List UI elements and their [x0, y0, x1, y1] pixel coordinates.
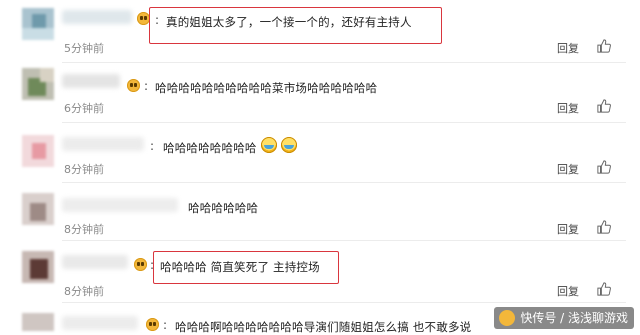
comment-item: : 哈哈哈哈哈哈哈哈哈哈菜市场哈哈哈哈哈哈 6分钟前 回复 — [0, 63, 640, 121]
username-blurred[interactable] — [62, 316, 138, 330]
username-blurred[interactable] — [62, 74, 120, 88]
comment-text: 哈哈哈哈哈哈哈哈 — [163, 141, 257, 155]
avatar[interactable] — [22, 135, 54, 167]
username-blurred[interactable] — [62, 198, 178, 212]
reply-button[interactable]: 回复 — [557, 100, 579, 116]
colon-separator: : — [144, 79, 149, 93]
timestamp: 8分钟前 — [64, 163, 104, 176]
comment-text: 哈哈哈哈哈哈哈哈哈哈菜市场哈哈哈哈哈哈 — [155, 81, 378, 95]
thumbs-up-icon[interactable] — [597, 39, 611, 53]
timestamp: 8分钟前 — [64, 223, 104, 236]
thumbs-up-icon[interactable] — [597, 282, 611, 296]
smiley-face-icon — [127, 79, 140, 92]
avatar[interactable] — [22, 193, 54, 225]
avatar[interactable] — [22, 8, 54, 40]
comment-item: : 哈哈哈哈 简直笑死了 主持控场 8分钟前 回复 — [0, 241, 640, 299]
watermark-text: 快传号 / 浅浅聊游戏 — [520, 311, 628, 325]
username-blurred[interactable] — [62, 10, 132, 24]
timestamp: 5分钟前 — [64, 42, 104, 55]
highlight-box — [153, 251, 339, 284]
timestamp: 6分钟前 — [64, 102, 104, 115]
comment-item: : 哈哈哈哈哈哈哈哈 8分钟前 回复 — [0, 123, 640, 181]
thumbs-up-icon[interactable] — [597, 160, 611, 174]
avatar[interactable] — [22, 68, 54, 100]
reply-button[interactable]: 回复 — [557, 40, 579, 56]
username-blurred[interactable] — [62, 255, 128, 269]
watermark-logo-icon — [499, 310, 516, 326]
comment-text: 哈哈哈哈哈哈 — [188, 201, 259, 215]
timestamp: 8分钟前 — [64, 285, 104, 298]
comment-item: : 真的姐姐太多了，一个接一个的，还好有主持人 5分钟前 回复 — [0, 0, 640, 60]
thumbs-up-icon[interactable] — [597, 99, 611, 113]
smiley-face-icon — [134, 258, 147, 271]
avatar[interactable] — [22, 313, 54, 331]
highlight-box — [149, 7, 442, 44]
thumbs-up-icon[interactable] — [597, 220, 611, 234]
colon-separator: : — [150, 139, 155, 153]
watermark: 快传号 / 浅浅聊游戏 — [494, 307, 634, 329]
username-blurred[interactable] — [62, 137, 144, 151]
smiley-face-icon — [146, 318, 159, 331]
reply-button[interactable]: 回复 — [557, 283, 579, 299]
comment-item: 哈哈哈哈哈哈 8分钟前 回复 — [0, 183, 640, 239]
comment-text: 哈哈哈啊哈哈哈哈哈哈哈导演们随姐姐怎么搞 也不敢多说 — [175, 320, 472, 334]
laughing-tears-icon — [281, 137, 297, 153]
colon-separator: : — [163, 318, 168, 332]
avatar[interactable] — [22, 251, 54, 283]
reply-button[interactable]: 回复 — [557, 221, 579, 237]
reply-button[interactable]: 回复 — [557, 161, 579, 177]
laughing-tears-icon — [261, 137, 277, 153]
